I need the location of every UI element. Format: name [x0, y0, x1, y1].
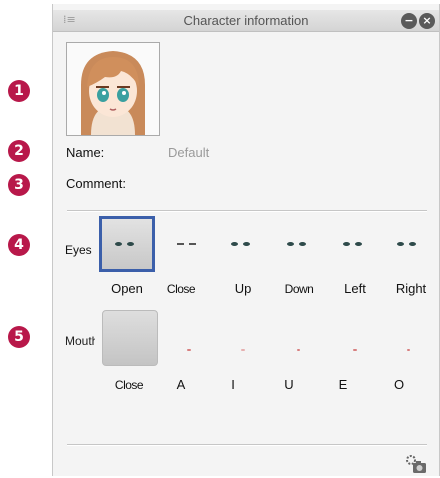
eyes-close-label[interactable]: Close	[161, 282, 201, 296]
mouth-close-thumb[interactable]	[102, 310, 158, 366]
mouth-o-icon[interactable]	[407, 349, 410, 351]
eyes-left-icon[interactable]	[343, 240, 369, 248]
mouth-u-icon[interactable]	[297, 349, 300, 351]
mouth-a-label[interactable]: A	[153, 377, 209, 392]
mouth-e-label[interactable]: E	[315, 377, 371, 392]
mouth-o-label[interactable]: O	[371, 377, 427, 392]
eyes-close-icon[interactable]	[177, 240, 203, 248]
name-value[interactable]: Default	[168, 145, 209, 160]
mouth-a-icon[interactable]	[187, 349, 191, 351]
eyes-up-label[interactable]: Up	[215, 281, 271, 296]
eyes-open-icon	[115, 240, 141, 248]
callout-5: 5	[8, 326, 30, 348]
separator-bottom	[67, 444, 427, 446]
callout-4: 4	[8, 234, 30, 256]
mouth-row-label: Mouth	[65, 334, 95, 348]
eyes-right-icon[interactable]	[397, 240, 423, 248]
eyes-down-icon[interactable]	[287, 240, 313, 248]
eyes-left-label[interactable]: Left	[327, 281, 383, 296]
eyes-down-label[interactable]: Down	[279, 282, 319, 296]
character-avatar[interactable]	[66, 42, 160, 136]
character-portrait-icon	[67, 43, 159, 135]
close-button[interactable]: ×	[419, 13, 435, 29]
callout-2: 2	[8, 140, 30, 162]
mouth-i-icon[interactable]	[241, 349, 245, 351]
comment-label: Comment:	[66, 176, 126, 191]
panel-title: Character information	[183, 13, 309, 28]
callout-3: 3	[8, 174, 30, 196]
eyes-row-label: Eyes	[65, 243, 92, 257]
mouth-u-label[interactable]: U	[261, 377, 317, 392]
callout-1: 1	[8, 80, 30, 102]
name-label: Name:	[66, 145, 105, 160]
character-info-panel: ⁞≡ Character information − × Name: Defau…	[52, 4, 440, 476]
mouth-e-icon[interactable]	[353, 349, 357, 351]
minimize-button[interactable]: −	[401, 13, 417, 29]
camera-settings-icon[interactable]	[405, 454, 427, 474]
mouth-i-label[interactable]: I	[205, 377, 261, 392]
mouth-close-label[interactable]: Close	[109, 378, 149, 392]
panel-titlebar[interactable]: ⁞≡ Character information − ×	[53, 10, 439, 32]
eyes-right-label[interactable]: Right	[383, 281, 439, 296]
eyes-open-label[interactable]: Open	[99, 281, 155, 296]
eyes-up-icon[interactable]	[231, 240, 257, 248]
separator-top	[67, 210, 427, 212]
